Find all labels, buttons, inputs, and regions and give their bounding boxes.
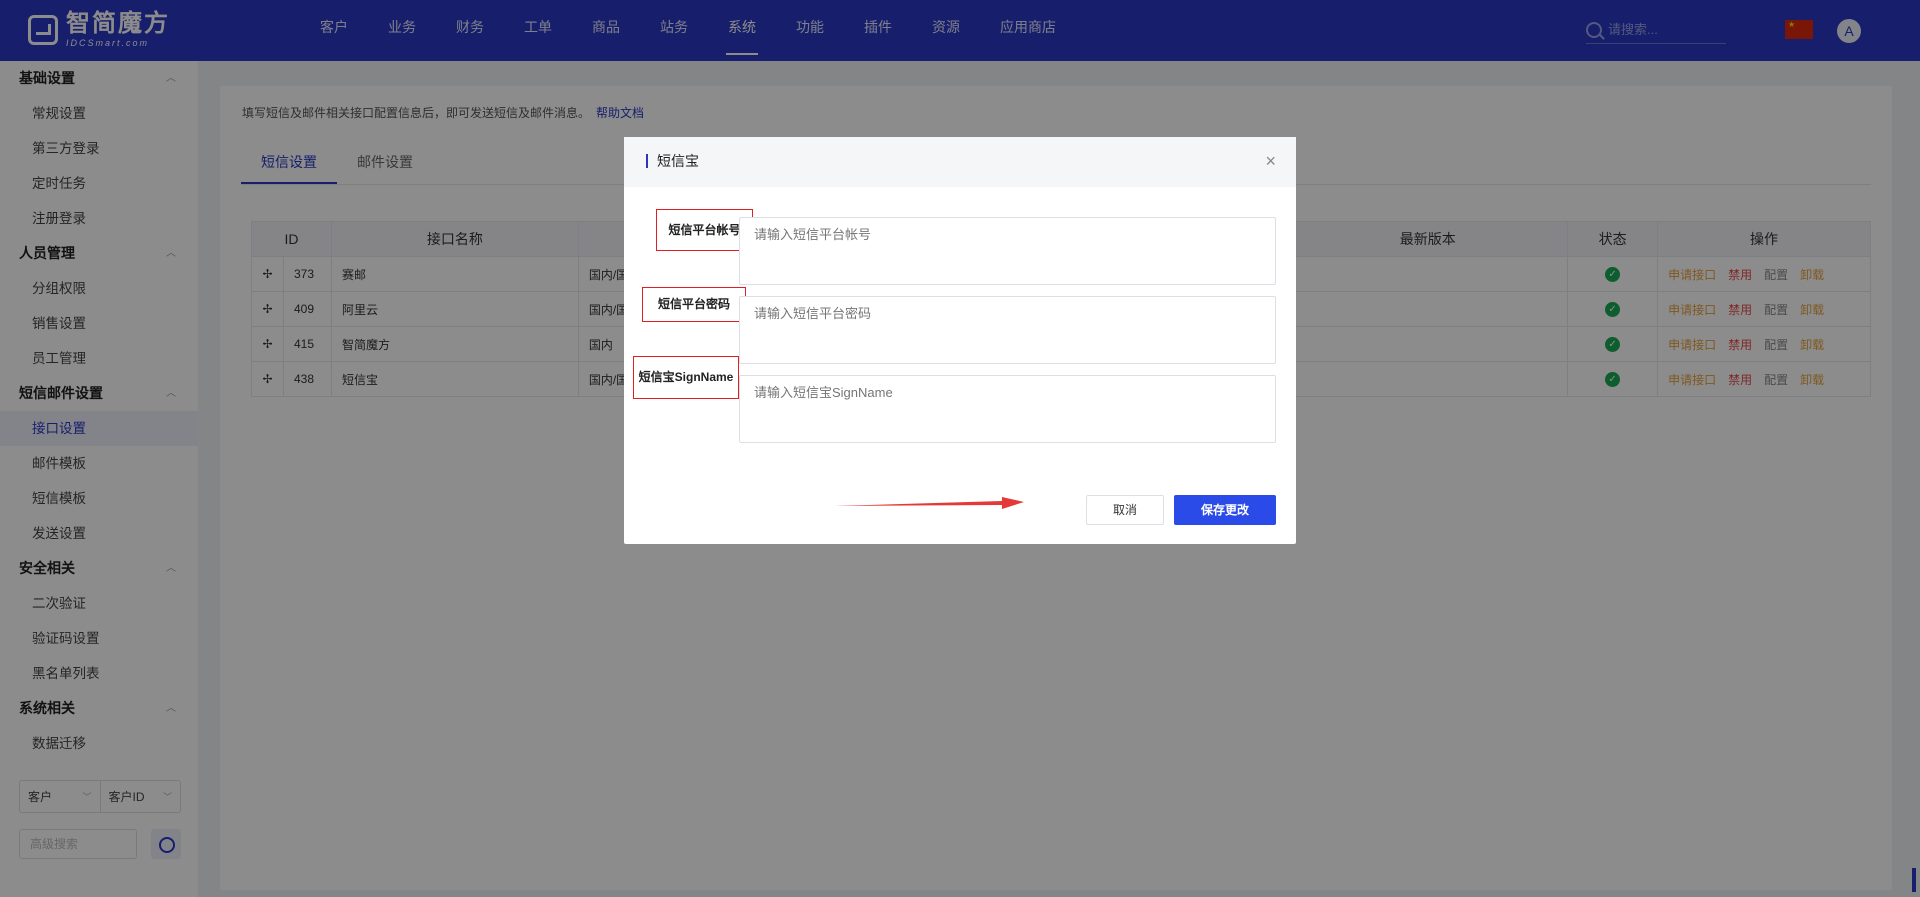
field-label-signname: 短信宝SignName xyxy=(633,356,739,399)
field-label-password: 短信平台密码 xyxy=(642,287,746,322)
config-dialog: 短信宝 × 短信平台帐号 短信平台密码 短信宝SignName 取消 保存更改 xyxy=(624,137,1296,544)
cancel-button[interactable]: 取消 xyxy=(1086,495,1164,525)
password-field[interactable] xyxy=(739,296,1276,364)
account-field[interactable] xyxy=(739,217,1276,285)
annotation-arrow-icon xyxy=(834,497,1024,509)
dialog-title: 短信宝 xyxy=(646,154,699,168)
signname-field[interactable] xyxy=(739,375,1276,443)
dialog-header: 短信宝 × xyxy=(624,137,1296,187)
close-icon[interactable]: × xyxy=(1265,151,1276,172)
save-button[interactable]: 保存更改 xyxy=(1174,495,1276,525)
